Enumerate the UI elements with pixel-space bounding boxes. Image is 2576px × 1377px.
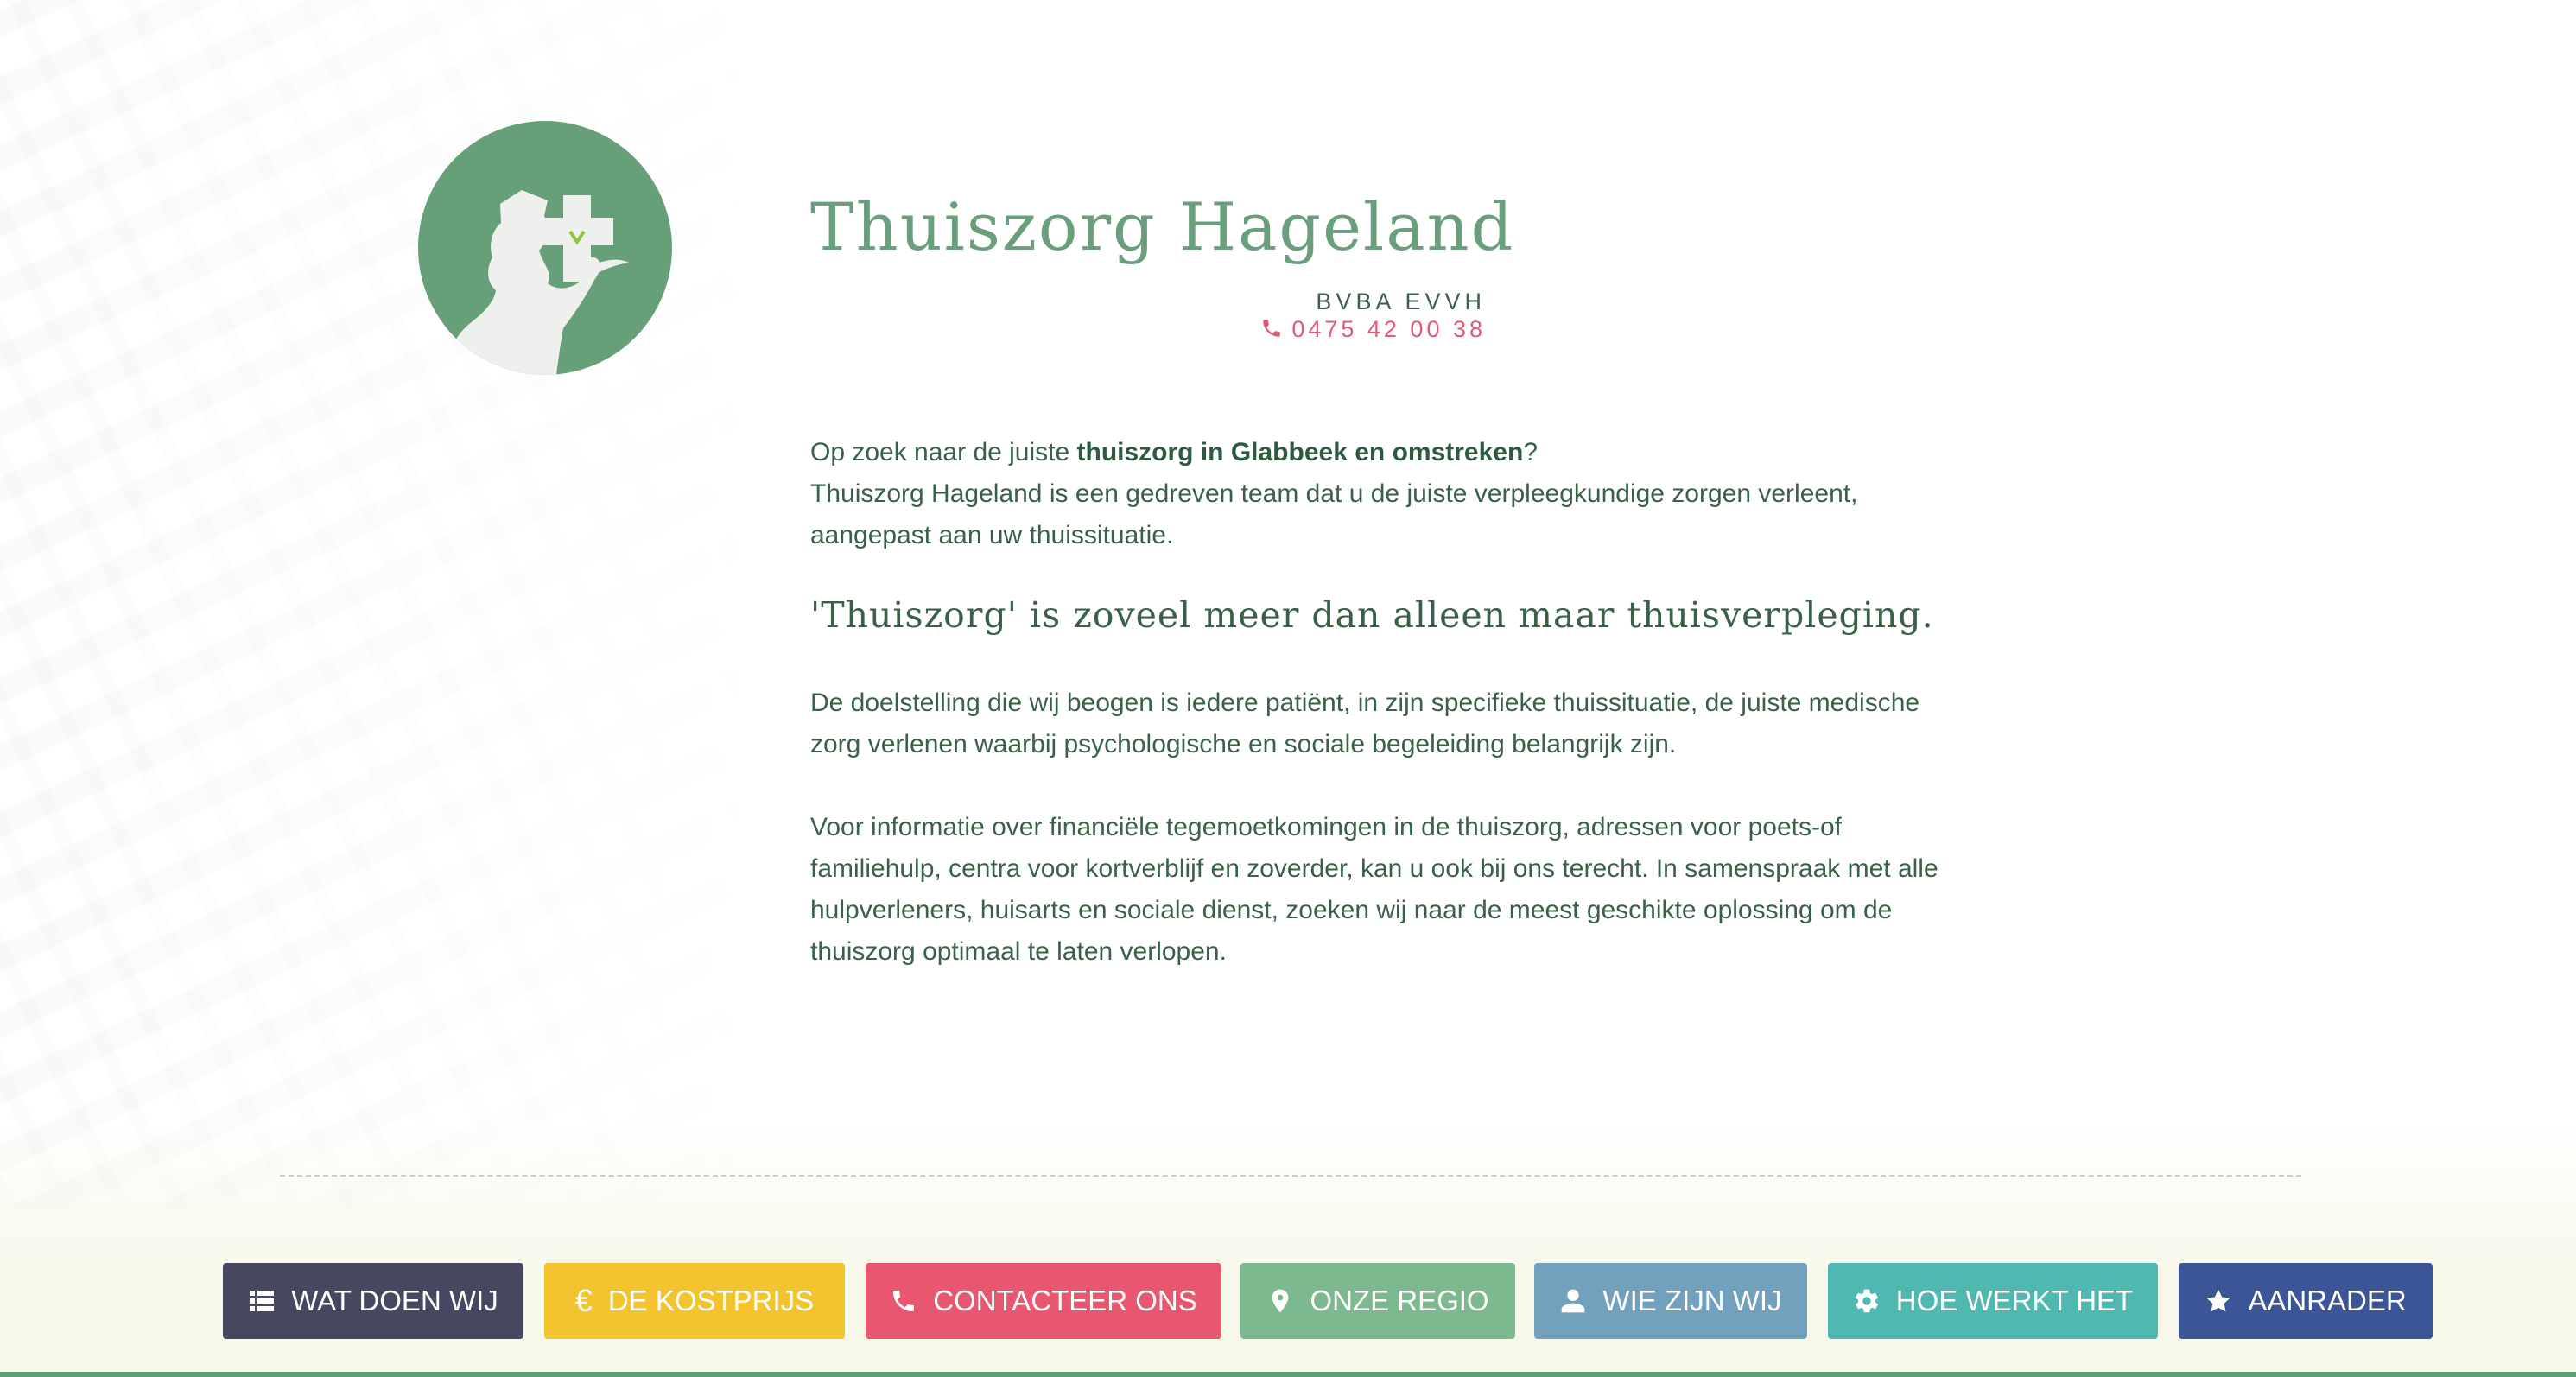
nav-label: WAT DOEN WIJ xyxy=(291,1285,498,1317)
goal-paragraph: De doelstelling die wij beogen is iedere… xyxy=(810,688,1920,758)
nav-contacteer-ons-button[interactable]: CONTACTEER ONS xyxy=(866,1263,1221,1339)
phone-icon xyxy=(1260,317,1283,339)
star-icon xyxy=(2205,1287,2232,1315)
intro-suffix: ? xyxy=(1523,438,1538,466)
nav-label: DE KOSTPRIJS xyxy=(607,1285,815,1317)
nav-de-kostprijs-button[interactable]: € DE KOSTPRIJS xyxy=(544,1263,845,1339)
user-icon xyxy=(1559,1287,1587,1315)
nurse-cross-logo-icon[interactable] xyxy=(418,121,672,375)
nav-wie-zijn-wij-button[interactable]: WIE ZIJN WIJ xyxy=(1534,1263,1807,1339)
nav-label: ONZE REGIO xyxy=(1310,1285,1489,1317)
nav-label: AANRADER xyxy=(2248,1285,2407,1317)
phone-icon xyxy=(890,1287,917,1315)
intro-highlight: thuiszorg in Glabbeek en omstreken xyxy=(1076,438,1524,466)
nav-aanrader-button[interactable]: AANRADER xyxy=(2179,1263,2433,1339)
map-pin-icon xyxy=(1266,1287,1294,1315)
list-icon xyxy=(248,1287,276,1315)
nav-hoe-werkt-het-button[interactable]: HOE WERKT HET xyxy=(1828,1263,2158,1339)
info-paragraph: Voor informatie over financiële tegemoet… xyxy=(810,813,1938,966)
company-name: BVBA EVVH xyxy=(1316,289,1486,314)
intro-line2: Thuiszorg Hageland is een gedreven team … xyxy=(810,479,1858,549)
nav-label: WIE ZIJN WIJ xyxy=(1602,1285,1782,1317)
nav-label: HOE WERKT HET xyxy=(1895,1285,2134,1317)
divider xyxy=(280,1175,2301,1177)
phone-number: 0475 42 00 38 xyxy=(1291,316,1486,342)
intro-prefix: Op zoek naar de juiste xyxy=(810,438,1077,466)
nav-label: CONTACTEER ONS xyxy=(933,1285,1197,1317)
gear-icon xyxy=(1853,1287,1881,1315)
footer-band xyxy=(0,1372,2576,1377)
nav-onze-regio-button[interactable]: ONZE REGIO xyxy=(1240,1263,1515,1339)
phone-link[interactable]: 0475 42 00 38 xyxy=(1123,316,1486,343)
euro-icon: € xyxy=(574,1283,593,1318)
intro-paragraph: Op zoek naar de juiste thuiszorg in Glab… xyxy=(810,432,1968,556)
main-content: Op zoek naar de juiste thuiszorg in Glab… xyxy=(810,432,1968,973)
site-title: Thuiszorg Hageland xyxy=(810,188,1515,265)
nav-wat-doen-wij-button[interactable]: WAT DOEN WIJ xyxy=(223,1263,523,1339)
background-pattern xyxy=(0,0,777,1209)
tagline-heading: 'Thuiszorg' is zoveel meer dan alleen ma… xyxy=(810,594,1934,636)
